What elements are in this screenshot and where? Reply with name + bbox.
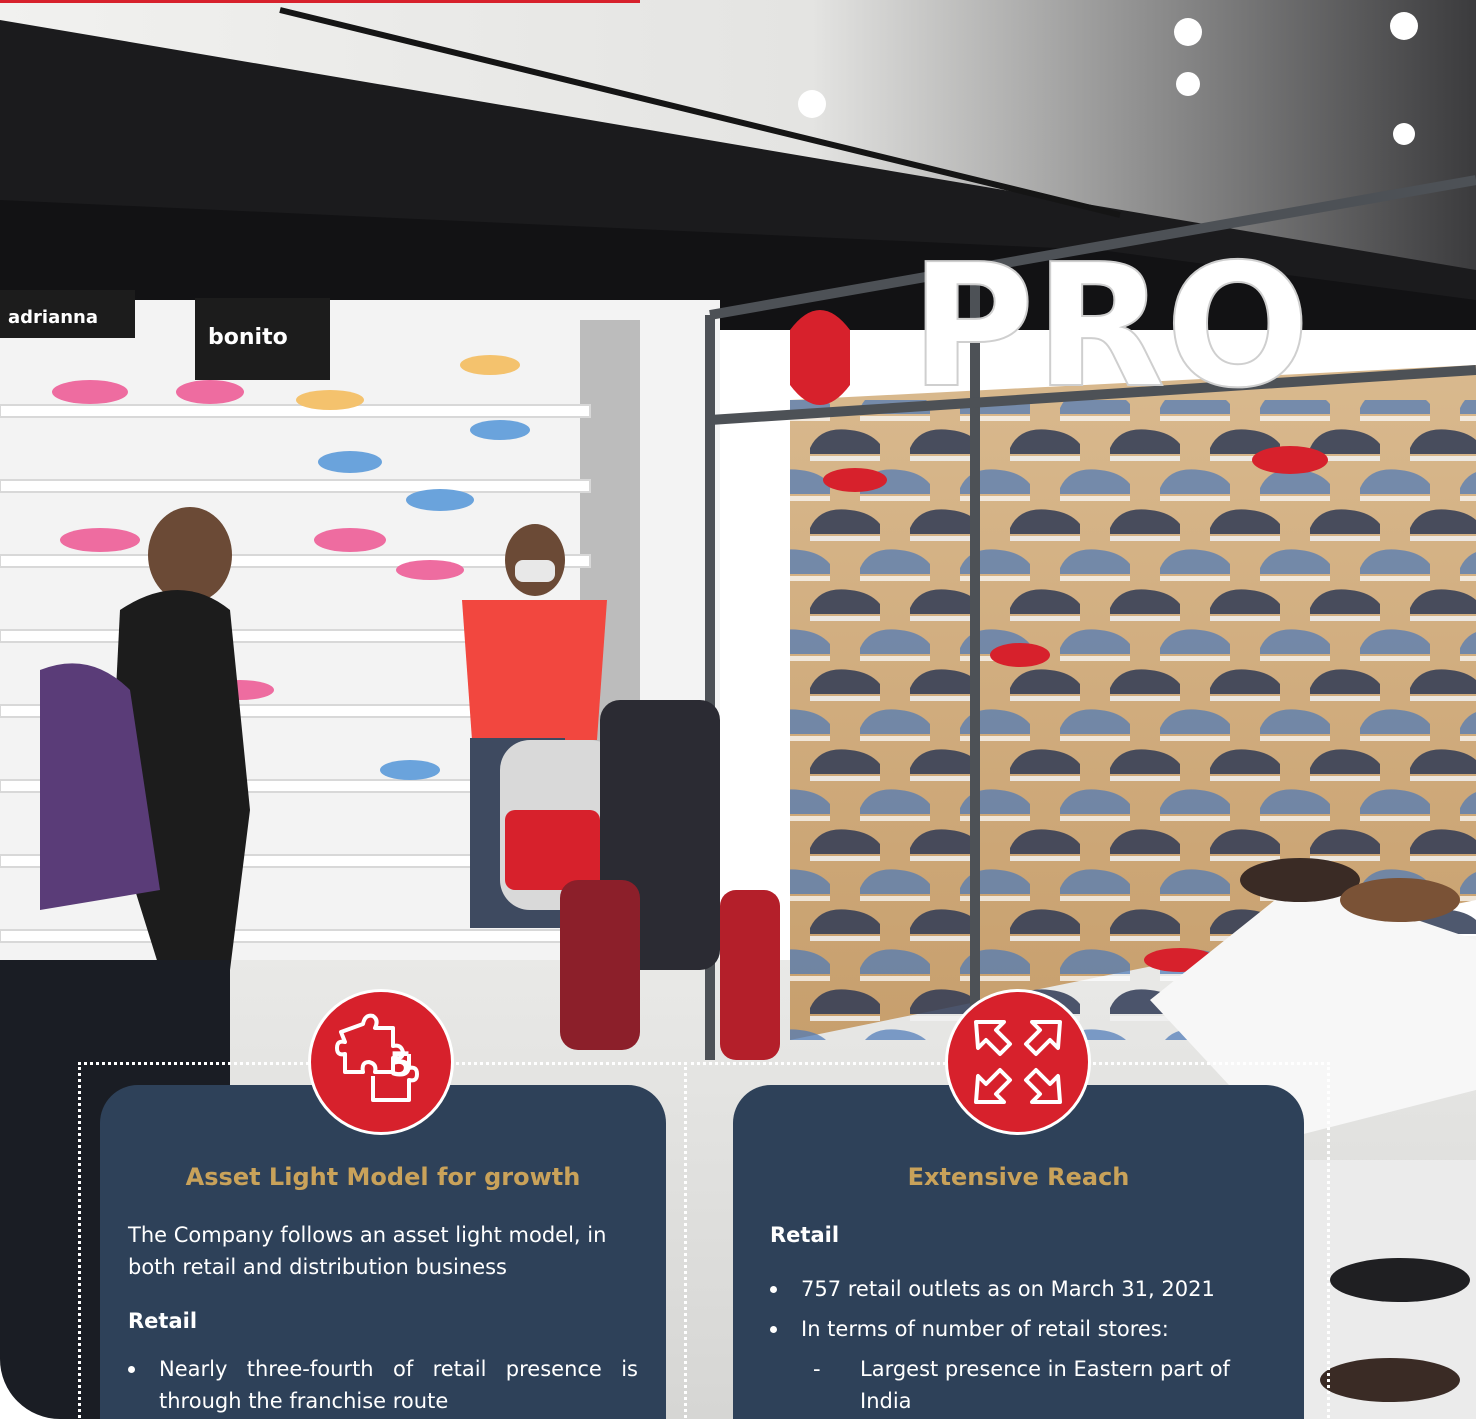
- bullet-dot: [770, 1326, 777, 1333]
- puzzle-icon: 5: [308, 989, 454, 1135]
- bullet-item: In terms of number of retail stores:: [770, 1313, 1280, 1345]
- card-intro: The Company follows an asset light model…: [128, 1223, 607, 1279]
- sub-bullet-marker: -: [813, 1357, 821, 1381]
- bullet-dot: [770, 1286, 777, 1293]
- card-title: Asset Light Model for growth: [185, 1163, 581, 1191]
- card-asset-light: Asset Light Model for growth The Company…: [100, 1085, 666, 1419]
- top-accent-bar: [0, 0, 640, 3]
- card-subheading: Retail: [128, 1309, 198, 1333]
- expand-arrows-icon: [945, 989, 1091, 1135]
- sub-bullet-item: - Largest presence in Eastern part of In…: [813, 1353, 1273, 1417]
- card-title: Extensive Reach: [907, 1163, 1130, 1191]
- bullet-item: 757 retail outlets as on March 31, 2021: [770, 1273, 1280, 1305]
- sign-bonito: bonito: [208, 325, 288, 350]
- card-extensive-reach: Extensive Reach Retail 757 retail outlet…: [733, 1085, 1304, 1419]
- bullet-dot: [128, 1366, 135, 1373]
- bullet-item: Nearly three-fourth of retail presence i…: [128, 1353, 638, 1417]
- card-subheading: Retail: [770, 1223, 840, 1247]
- bullet-text: In terms of number of retail stores:: [801, 1317, 1169, 1341]
- sign-adrianna: adrianna: [8, 307, 98, 328]
- bullet-text: 757 retail outlets as on March 31, 2021: [801, 1277, 1215, 1301]
- sub-bullet-text: Largest presence in Eastern part of Indi…: [860, 1357, 1230, 1413]
- page: adrianna bonito PRO Asset Light Model fo…: [0, 0, 1476, 1419]
- bullet-text: Nearly three-fourth of retail presence i…: [159, 1357, 638, 1413]
- sign-pro: PRO: [910, 228, 1310, 426]
